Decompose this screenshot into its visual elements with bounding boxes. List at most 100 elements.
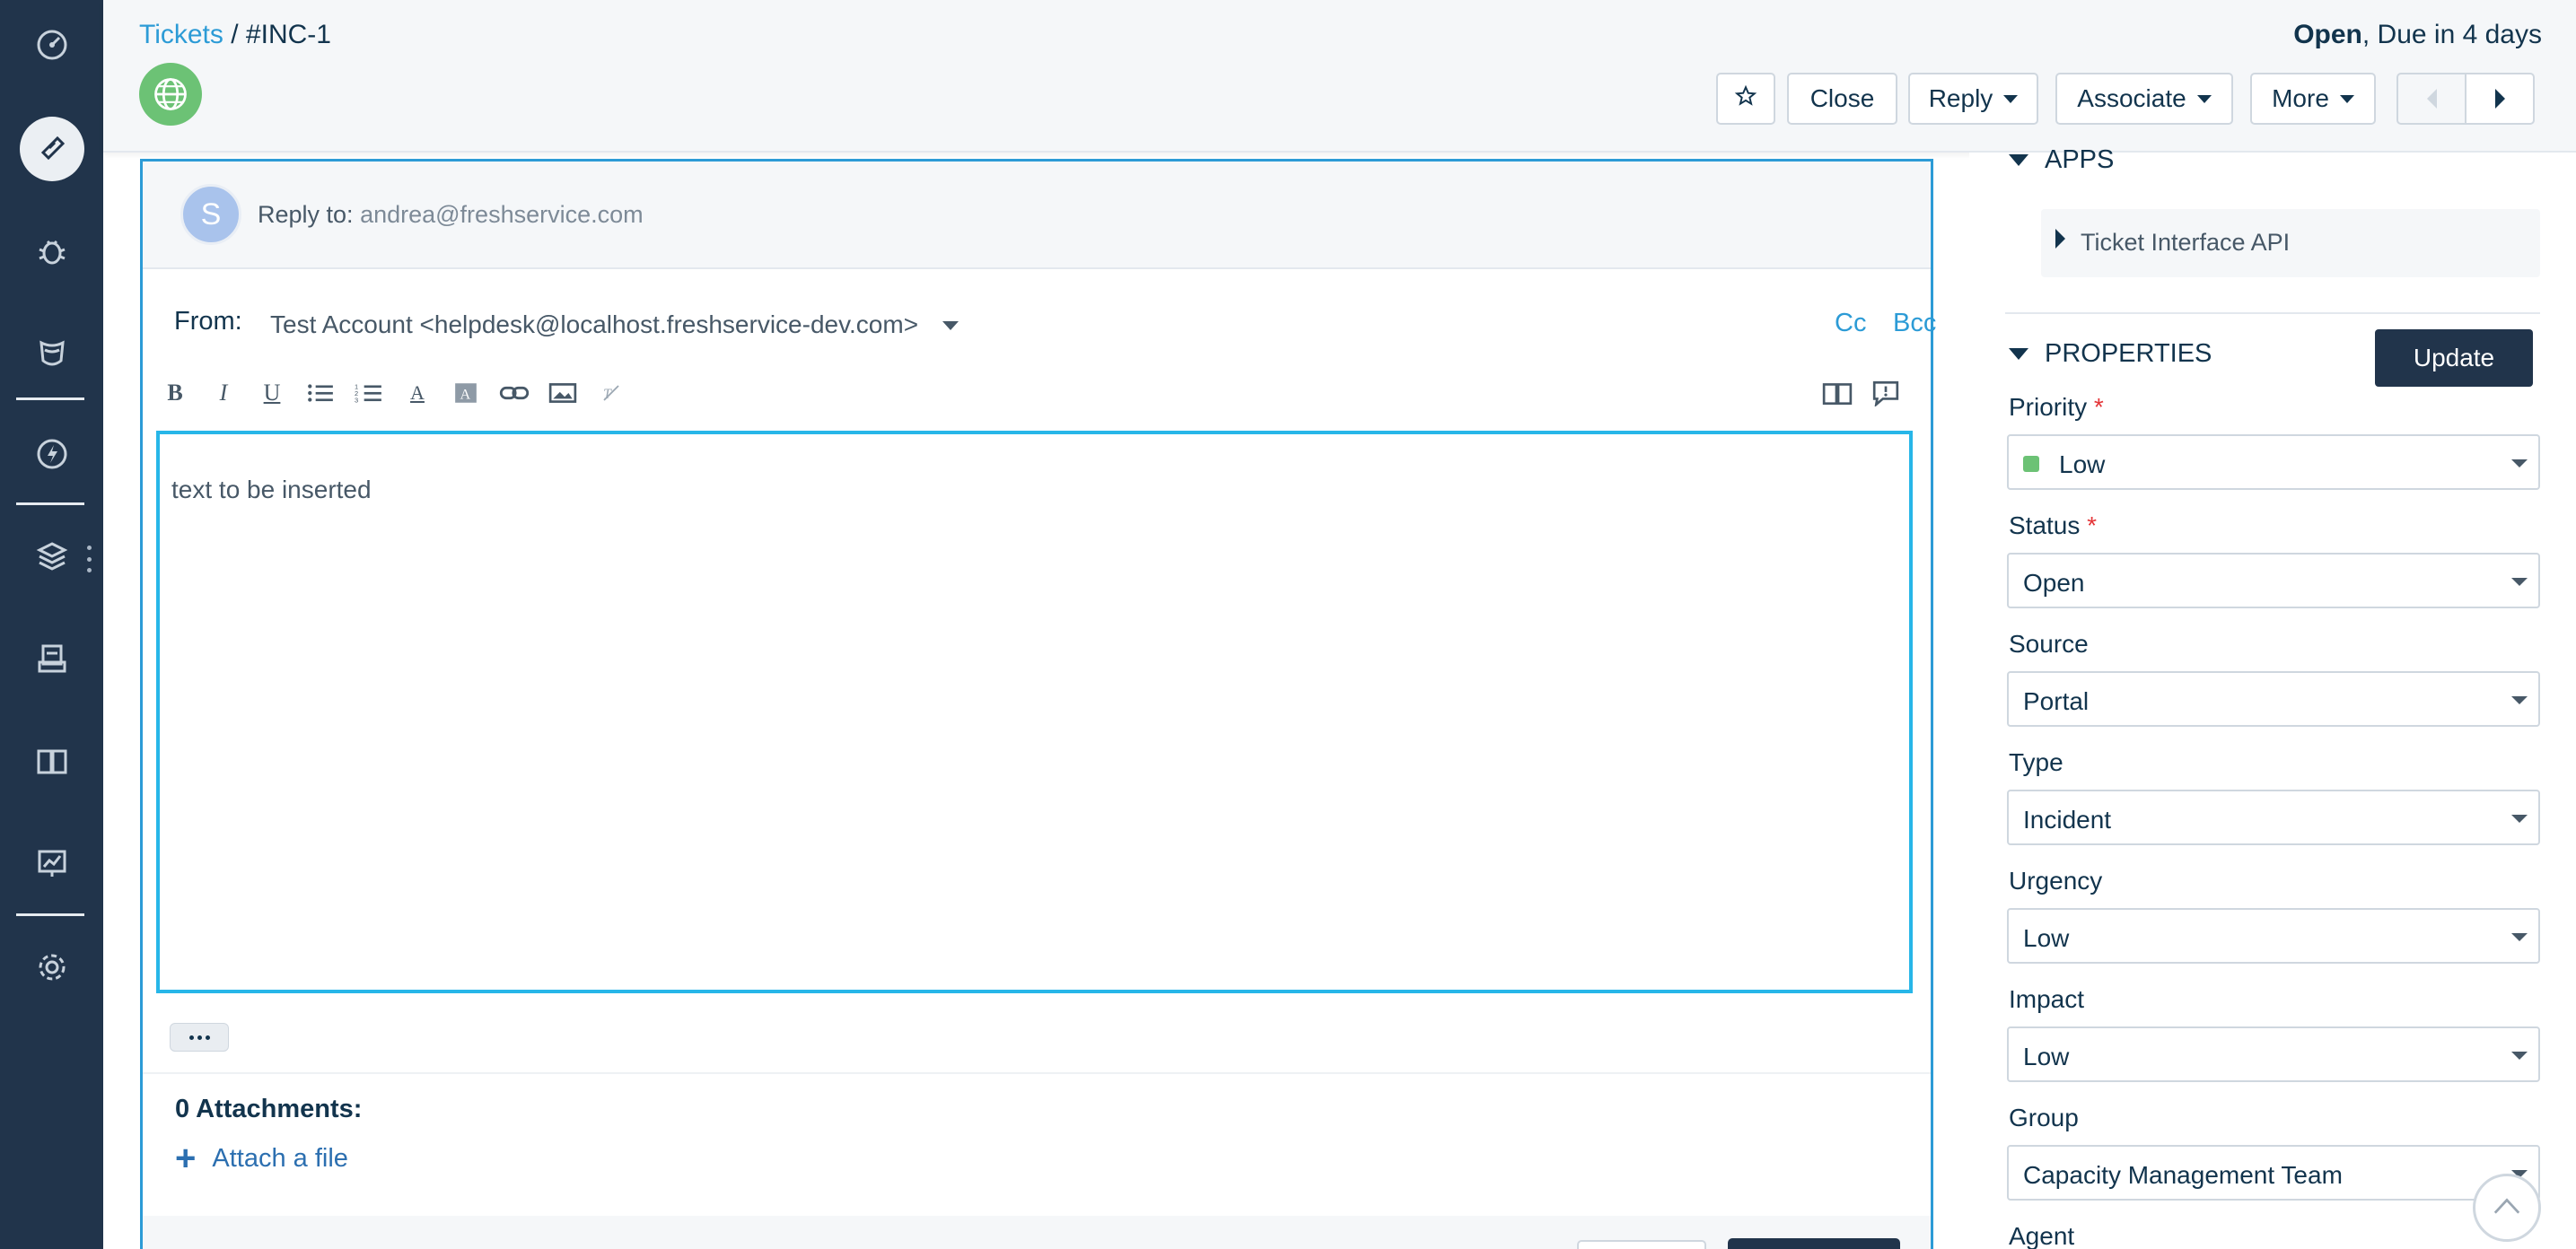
tickets-icon [34, 129, 70, 170]
star-button[interactable] [1716, 73, 1775, 125]
solutions-book-icon[interactable] [1821, 377, 1853, 409]
reports-icon [34, 845, 70, 886]
source-value: Portal [2023, 687, 2090, 715]
nav-reports[interactable] [0, 820, 103, 910]
send-button[interactable] [1728, 1238, 1900, 1249]
italic-icon[interactable]: I [207, 377, 240, 409]
caret-down-icon [2511, 933, 2528, 941]
previous-ticket-button[interactable] [2396, 73, 2466, 125]
ticket-header: Tickets / #INC-1 Open, Due in 4 days Clo… [103, 0, 2576, 153]
dashboard-icon [34, 27, 70, 67]
bulleted-list-icon[interactable] [304, 377, 337, 409]
required-marker: * [2093, 393, 2104, 421]
caret-down-icon[interactable] [942, 321, 959, 330]
urgency-label: Urgency [2009, 867, 2103, 895]
close-ticket-button[interactable]: Close [1787, 73, 1897, 125]
nav-divider [16, 502, 84, 505]
associate-dropdown-button[interactable]: Associate [2055, 73, 2233, 125]
nav-changes[interactable] [0, 310, 103, 400]
cc-link[interactable]: Cc [1835, 309, 1866, 338]
numbered-list-icon[interactable]: 123 [353, 377, 385, 409]
nav-dashboard[interactable] [0, 2, 103, 92]
caret-down-icon [2339, 94, 2354, 103]
nav-releases[interactable] [0, 411, 103, 501]
caret-down-icon [2196, 94, 2212, 103]
bcc-link[interactable]: Bcc [1893, 309, 1936, 338]
reply-body-editor[interactable]: text to be inserted [156, 431, 1913, 993]
from-select[interactable]: Test Account <helpdesk@localhost.freshse… [270, 310, 918, 339]
nav-problems[interactable] [0, 208, 103, 298]
clear-format-icon[interactable]: T [595, 377, 627, 409]
apps-section-toggle[interactable]: APPS [2009, 145, 2114, 175]
avatar: S [180, 184, 241, 245]
reply-to-bar: S Reply to: andrea@freshservice.com [143, 162, 1931, 269]
link-icon[interactable] [498, 377, 530, 409]
reply-editor-card: S Reply to: andrea@freshservice.com From… [140, 159, 1936, 1249]
status-label-text: Status [2009, 511, 2081, 539]
properties-section-toggle[interactable]: PROPERTIES [2009, 339, 2212, 369]
type-label: Type [2009, 748, 2063, 776]
breadcrumb-tickets-link[interactable]: Tickets [139, 20, 223, 49]
changes-icon [34, 336, 70, 376]
source-select[interactable]: Portal [2007, 671, 2540, 727]
required-marker: * [2087, 511, 2098, 539]
show-more-button[interactable] [170, 1023, 229, 1052]
section-divider [2005, 312, 2540, 314]
nav-more-dots[interactable] [86, 546, 92, 572]
status-select[interactable]: Open [2007, 553, 2540, 608]
priority-label-text: Priority [2009, 393, 2088, 421]
update-button[interactable]: Update [2375, 329, 2533, 387]
close-button-label: Close [1809, 84, 1875, 112]
editor-toolbar: B I U 123 A A T [159, 377, 1918, 413]
attachments-count: 0 Attachments: [175, 1095, 363, 1123]
underline-icon[interactable]: U [256, 377, 288, 409]
caret-down-icon [2511, 696, 2528, 704]
properties-title: PROPERTIES [2045, 339, 2212, 368]
caret-down-icon [2009, 154, 2028, 166]
canned-response-icon[interactable] [1870, 377, 1902, 409]
solutions-icon [34, 743, 70, 783]
attach-file-link[interactable]: + Attach a file [175, 1140, 348, 1176]
from-row: From: Test Account <helpdesk@localhost.f… [174, 303, 1936, 348]
next-ticket-button[interactable] [2465, 73, 2535, 125]
reply-dropdown-button[interactable]: Reply [1908, 73, 2038, 125]
urgency-select[interactable]: Low [2007, 908, 2540, 964]
priority-value: Low [2059, 450, 2106, 478]
nav-purchase-orders[interactable] [0, 616, 103, 705]
releases-icon [34, 436, 70, 476]
background-color-icon[interactable]: A [450, 377, 482, 409]
group-select[interactable]: Capacity Management Team [2007, 1145, 2540, 1201]
breadcrumb-separator: / [223, 20, 246, 49]
nav-divider [16, 913, 84, 916]
type-select[interactable]: Incident [2007, 790, 2540, 845]
type-value: Incident [2023, 806, 2112, 834]
from-label: From: [174, 307, 242, 336]
nav-admin[interactable] [0, 924, 103, 1014]
nav-solutions[interactable] [0, 718, 103, 808]
image-icon[interactable] [547, 377, 579, 409]
svg-text:A: A [460, 387, 471, 402]
problems-icon [34, 233, 70, 274]
ticket-properties-panel: APPS Ticket Interface API PROPERTIES Upd… [1969, 145, 2576, 1249]
impact-select[interactable]: Low [2007, 1026, 2540, 1082]
reply-button-label: Reply [1928, 84, 1993, 112]
font-color-icon[interactable]: A [401, 377, 434, 409]
admin-gear-icon [34, 949, 70, 990]
nav-tickets[interactable] [0, 104, 103, 194]
star-icon [1734, 84, 1757, 114]
apps-title: APPS [2045, 145, 2115, 174]
chevron-right-icon [2494, 89, 2505, 109]
impact-label: Impact [2009, 985, 2085, 1013]
caret-down-icon [2511, 459, 2528, 467]
app-item-ticket-interface-api[interactable]: Ticket Interface API [2041, 209, 2540, 277]
cancel-button[interactable] [1577, 1240, 1706, 1249]
app-item-label: Ticket Interface API [2081, 229, 2291, 256]
assets-icon [34, 538, 70, 579]
caret-down-icon [2511, 815, 2528, 823]
breadcrumb: Tickets / #INC-1 [139, 20, 331, 50]
bold-icon[interactable]: B [159, 377, 191, 409]
priority-select[interactable]: Low [2007, 434, 2540, 490]
scroll-to-top-button[interactable] [2473, 1174, 2541, 1242]
priority-low-swatch [2023, 456, 2039, 472]
more-dropdown-button[interactable]: More [2250, 73, 2376, 125]
